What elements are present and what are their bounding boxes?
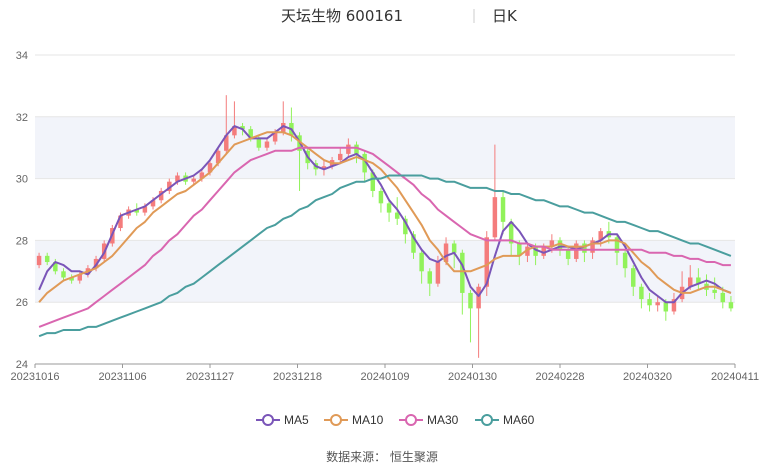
candle-down bbox=[451, 243, 457, 253]
data-source: 数据来源： 恒生聚源 bbox=[326, 449, 438, 464]
legend-label-ma10: MA10 bbox=[352, 413, 384, 427]
candle-down bbox=[460, 252, 465, 293]
candle-up bbox=[655, 302, 660, 306]
y-tick-label: 34 bbox=[16, 50, 28, 62]
plot-bands bbox=[35, 116, 735, 303]
candle-down bbox=[663, 302, 669, 312]
candle-down bbox=[378, 190, 384, 204]
candle-down bbox=[720, 292, 726, 303]
chart-title-period: 日K bbox=[492, 7, 518, 25]
plot-band bbox=[35, 116, 735, 179]
candle-down bbox=[647, 299, 652, 306]
stock-chart: 天坛生物 600161 日K 242628303234 20231016 2023… bbox=[11, 7, 760, 464]
candle-down bbox=[500, 197, 506, 222]
legend-label-ma60: MA60 bbox=[503, 413, 535, 427]
x-tick-label: 20231106 bbox=[98, 371, 146, 383]
x-tick-label: 20240411 bbox=[711, 371, 759, 383]
legend-marker-ma10 bbox=[330, 414, 342, 426]
legend-marker-ma30 bbox=[405, 414, 417, 426]
grid-lines bbox=[35, 54, 735, 365]
candle-down bbox=[631, 268, 636, 287]
candle-up bbox=[191, 178, 196, 182]
candle-down bbox=[622, 252, 628, 269]
y-tick-label: 32 bbox=[16, 112, 28, 124]
x-tick-label: 20240320 bbox=[623, 371, 672, 383]
x-tick-label: 20231127 bbox=[186, 371, 234, 383]
candle-down bbox=[386, 203, 392, 213]
candle-down bbox=[565, 249, 571, 259]
x-tick-label: 20231218 bbox=[273, 371, 322, 383]
candle-down bbox=[427, 271, 433, 284]
candle-down bbox=[468, 292, 473, 309]
candle-up bbox=[346, 144, 351, 154]
candle-up bbox=[337, 153, 343, 161]
y-tick-label: 24 bbox=[16, 359, 28, 371]
candle-down bbox=[61, 271, 66, 278]
candle-up bbox=[36, 255, 42, 266]
candle-down bbox=[728, 302, 734, 309]
x-tick-label: 20240130 bbox=[448, 371, 497, 383]
candle-up bbox=[264, 141, 270, 148]
y-tick-label: 28 bbox=[16, 235, 28, 247]
y-tick-label: 26 bbox=[16, 297, 28, 309]
candle-down bbox=[639, 286, 644, 300]
candle-up bbox=[492, 197, 498, 238]
candle-down bbox=[419, 252, 424, 272]
candle-down bbox=[256, 138, 262, 148]
legend: MA5 MA10 MA30 MA60 bbox=[256, 413, 535, 427]
y-tick-label: 30 bbox=[16, 174, 28, 186]
candle-up bbox=[435, 262, 441, 284]
candle-up bbox=[476, 286, 481, 309]
x-tick-label: 20240109 bbox=[361, 371, 410, 383]
chart-title: 天坛生物 600161 日K bbox=[281, 7, 518, 25]
x-tick-label: 20231016 bbox=[11, 371, 60, 383]
legend-marker-ma5 bbox=[262, 414, 274, 426]
legend-label-ma5: MA5 bbox=[284, 413, 309, 427]
legend-label-ma30: MA30 bbox=[427, 413, 459, 427]
y-axis: 24 26 28 30 32 34 bbox=[16, 50, 28, 371]
legend-marker-ma60 bbox=[481, 414, 493, 426]
x-axis: 20231016 20231106 20231127 20231218 20240109… bbox=[11, 363, 759, 383]
x-tick-label: 20240228 bbox=[536, 371, 585, 383]
candle-down bbox=[712, 289, 717, 293]
candle-down bbox=[44, 255, 50, 263]
chart-title-name: 天坛生物 600161 bbox=[281, 7, 403, 25]
